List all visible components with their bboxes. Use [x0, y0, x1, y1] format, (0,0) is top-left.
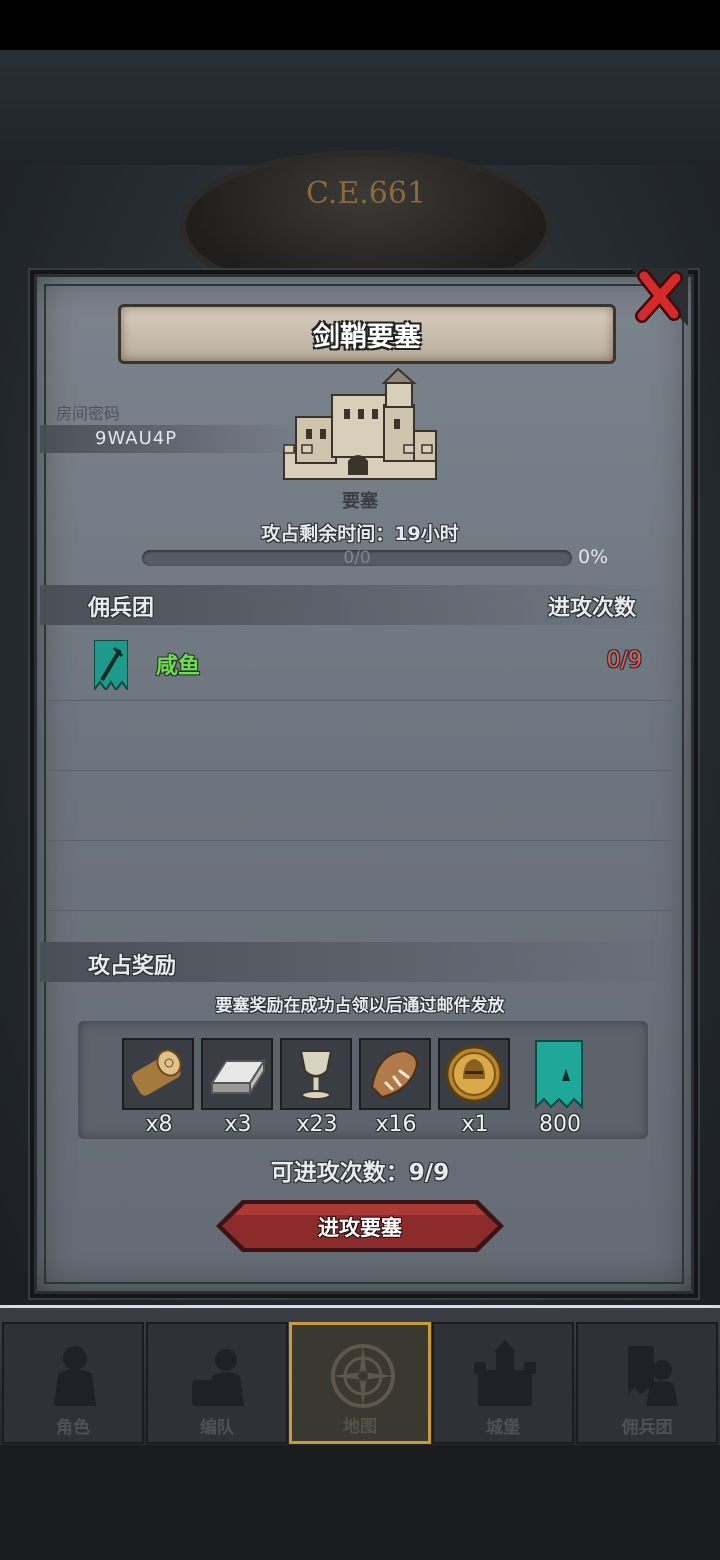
nav-item-castle[interactable]: 城堡 [432, 1322, 574, 1444]
nav-item-formation[interactable]: 编队 [146, 1322, 288, 1444]
helmet-coin-icon [438, 1038, 510, 1110]
header-background [0, 50, 720, 165]
empty-row [48, 700, 672, 771]
fortress-castle-icon [283, 367, 437, 480]
reward-qty: x3 [224, 1112, 252, 1137]
character-icon [54, 1346, 96, 1406]
goblet-icon [280, 1038, 352, 1110]
guild-banner-icon [523, 1038, 595, 1110]
reward-item[interactable]: x1 [438, 1038, 512, 1137]
room-code: 9WAU4P [95, 428, 178, 449]
empty-row [48, 770, 672, 841]
reward-item[interactable]: 800 [523, 1038, 597, 1137]
nav-label: 佣兵团 [621, 1418, 673, 1438]
mercenary-name: 咸鱼 [156, 654, 201, 679]
reward-qty: 800 [539, 1112, 581, 1137]
nav-item-map[interactable]: 地图 [289, 1322, 431, 1444]
reward-item[interactable]: x8 [122, 1038, 196, 1137]
compass-map-icon [331, 1344, 395, 1408]
mercenary-banner-icon [94, 640, 128, 690]
timer-label: 攻占剩余时间： [261, 523, 395, 545]
castle-icon [474, 1340, 536, 1406]
fur-pelt-icon [359, 1038, 431, 1110]
nav-label: 城堡 [486, 1418, 520, 1438]
room-code-label: 房间密码 [56, 404, 121, 423]
nav-label: 角色 [56, 1418, 90, 1438]
fortress-type-label: 要塞 [342, 491, 378, 512]
wood-log-icon [122, 1038, 194, 1110]
mercenary-attack-count: 0/9 [606, 648, 642, 673]
attack-fortress-button[interactable]: 进攻要塞 [216, 1198, 504, 1254]
nav-label: 地图 [343, 1417, 377, 1437]
mercenary-row[interactable]: 咸鱼 0/9 [48, 630, 672, 701]
reward-note: 要塞奖励在成功占领以后通过邮件发放 [215, 996, 505, 1016]
bottom-nav: 角色 编队 地图 城堡 佣兵团 [0, 1305, 720, 1448]
attacks-remaining: 可进攻次数：9/9 [0, 1153, 720, 1187]
status-bar [0, 0, 720, 50]
capture-progress-count: 0/0 [343, 548, 371, 568]
attacks-column-header: 进攻次数 [548, 596, 637, 621]
system-nav-area [0, 1445, 720, 1560]
reward-item[interactable]: x3 [201, 1038, 275, 1137]
attack-button-label: 进攻要塞 [318, 1216, 402, 1240]
reward-qty: x23 [296, 1112, 338, 1137]
timer-unit: 小时 [420, 523, 459, 545]
attacks-remaining-value: 9/9 [408, 1160, 450, 1186]
capture-timer: 攻占剩余时间：19小时 [0, 519, 720, 546]
reward-item[interactable]: x23 [280, 1038, 354, 1137]
nav-item-character[interactable]: 角色 [2, 1322, 144, 1444]
title-banner: 剑鞘要塞 [118, 304, 616, 364]
reward-item[interactable]: x16 [359, 1038, 433, 1137]
mercenary-section-title: 佣兵团 [88, 596, 155, 621]
year-label: C.E.661 [305, 176, 427, 211]
reward-section-title: 攻占奖励 [88, 954, 177, 979]
nav-item-mercenary[interactable]: 佣兵团 [576, 1322, 718, 1444]
reward-qty: x16 [375, 1112, 417, 1137]
reward-qty: x1 [461, 1112, 489, 1137]
capture-progress-percent: 0% [578, 546, 609, 568]
attacks-remaining-label: 可进攻次数： [270, 1160, 409, 1186]
formation-icon [192, 1349, 244, 1406]
reward-qty: x8 [145, 1112, 173, 1137]
capture-progress-bar: 0/0 [142, 548, 572, 568]
dialog-title: 剑鞘要塞 [313, 322, 421, 353]
iron-ingot-icon [201, 1038, 273, 1110]
empty-row [48, 840, 672, 911]
nav-label: 编队 [200, 1418, 234, 1438]
timer-value: 19 [394, 523, 421, 545]
close-icon[interactable] [630, 268, 688, 326]
mercenary-icon [628, 1346, 678, 1406]
